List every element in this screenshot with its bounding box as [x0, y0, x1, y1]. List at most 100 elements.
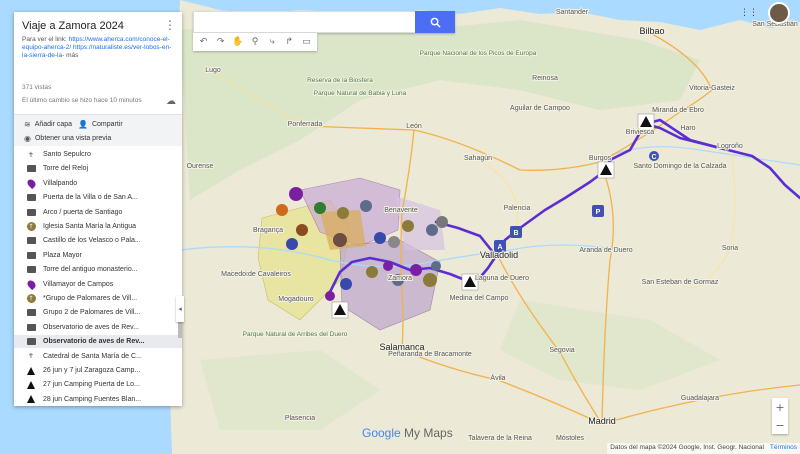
map-toolbar: ↶ ↷ ✋ ⚲ ⤷ ↱ ▭ — [193, 33, 317, 51]
place-label: Plasencia — [285, 415, 315, 422]
list-item[interactable]: Observatorio de aves de Rev... — [14, 335, 182, 349]
logo-mymaps: My Maps — [400, 426, 453, 440]
ruler-icon[interactable]: ▭ — [299, 35, 313, 49]
hand-icon[interactable]: ✋ — [231, 35, 245, 49]
park-label: Parque Natural de Arribes del Duero — [243, 331, 348, 338]
list-item[interactable]: Observatorio de aves de Rev... — [26, 321, 176, 334]
camera-icon — [26, 236, 36, 246]
place-label: Briviesca — [626, 129, 655, 136]
avatar[interactable] — [768, 2, 790, 24]
place-label: Peñaranda de Bracamonte — [388, 351, 472, 358]
search-input[interactable] — [194, 12, 416, 32]
place-label: Mogadouro — [278, 296, 314, 303]
cross-icon: ✝ — [28, 352, 34, 361]
marker-icon[interactable]: ⚲ — [248, 35, 262, 49]
list-item[interactable]: Arco / puerta de Santiago — [26, 206, 176, 219]
list-item[interactable]: Grupo 2 de Palomares de Vill... — [26, 306, 176, 319]
list-item-label: Torre del antiguo monasterio... — [43, 266, 138, 274]
place-label: Palencia — [504, 205, 531, 212]
list-item[interactable]: Plaza Mayor — [26, 249, 176, 262]
list-item-label: Catedral de Santa María de C... — [43, 352, 142, 360]
directions-icon[interactable]: ↱ — [282, 35, 296, 49]
list-item[interactable]: Castillo de los Velasco o Pala... — [26, 234, 176, 247]
list-item-label: 26 jun y 7 jul Zaragoza Camp... — [43, 367, 141, 374]
list-item[interactable]: 26 jun y 7 jul Zaragoza Camp... — [26, 364, 176, 377]
list-item[interactable]: Villamayor de Campos — [26, 278, 176, 291]
list-item[interactable]: † *Grupo de Palomares de Vill... — [26, 292, 176, 305]
place-label: Bragança — [253, 227, 283, 234]
terms-link[interactable]: Términos — [770, 444, 797, 451]
add-layer-button[interactable]: ≋ Añadir capa — [24, 120, 72, 129]
zoom-in-button[interactable]: + — [772, 398, 788, 416]
place-label: Guadalajara — [681, 395, 719, 402]
apps-grid-icon[interactable]: ⋮⋮ — [740, 8, 758, 18]
tent-icon — [26, 380, 36, 390]
zoom-out-button[interactable]: − — [772, 416, 788, 434]
list-item[interactable]: † Iglesia Santa María la Antigua — [26, 220, 176, 233]
park-label: Parque Natural de Babia y Luna — [314, 90, 407, 97]
list-item[interactable]: Torre del antiguo monasterio... — [26, 263, 176, 276]
redo-icon[interactable]: ↷ — [214, 35, 228, 49]
add-layer-label: Añadir capa — [34, 121, 73, 128]
camera-icon — [26, 322, 36, 332]
list-item-label: Villamayor de Campos — [43, 280, 114, 288]
line-icon[interactable]: ⤷ — [265, 35, 279, 49]
park-label: Reserva de la Biosfera — [307, 77, 373, 84]
map-title[interactable]: Viaje a Zamora 2024 — [22, 20, 124, 32]
list-item[interactable]: Puerta de la Villa o de San A... — [26, 191, 176, 204]
place-label: Zamora — [388, 275, 412, 282]
collapse-panel-button[interactable]: ◂ — [176, 296, 184, 322]
zoom-control: + − — [772, 398, 788, 434]
cloud-saved-icon: ☁ — [166, 96, 176, 107]
svg-text:P: P — [596, 209, 601, 216]
place-label: Sahagún — [464, 155, 492, 162]
place-label: Reinosa — [532, 75, 558, 82]
panel-actions: ≋ Añadir capa 👤 Compartir ◉ Obtener una … — [14, 114, 182, 146]
list-item[interactable]: Torre del Reloj — [26, 162, 176, 175]
map-legend-panel: Viaje a Zamora 2024 ⋮ Para ver el link: … — [14, 12, 182, 406]
pin-icon — [26, 278, 37, 290]
list-item[interactable]: ✝ Santo Sepulcro — [26, 148, 176, 161]
preview-button[interactable]: ◉ Obtener una vista previa — [24, 134, 111, 143]
list-item[interactable]: ✝ Catedral de Santa María de C... — [26, 350, 176, 363]
place-label: Móstoles — [556, 435, 585, 442]
place-label: Ponferrada — [288, 121, 323, 128]
place-label: Aranda de Duero — [579, 247, 632, 254]
svg-text:C: C — [651, 154, 656, 161]
attribution-text: Datos del mapa ©2024 Google, Inst. Geogr… — [610, 444, 764, 451]
place-label: Santo Domingo de la Calzada — [633, 163, 726, 170]
church-icon: † — [26, 294, 36, 304]
eye-icon: ◉ — [24, 134, 31, 143]
search-button[interactable] — [415, 11, 455, 33]
place-label: Aguilar de Campoo — [510, 105, 570, 112]
places-list: ✝ Santo Sepulcro Torre del Reloj Villalpand… — [14, 146, 182, 406]
place-label: Segovia — [549, 347, 574, 354]
list-item-label: Puerta de la Villa o de San A... — [43, 194, 138, 202]
share-button[interactable]: 👤 Compartir — [78, 120, 123, 129]
description-more[interactable]: más — [66, 52, 78, 59]
pin-icon — [26, 177, 37, 189]
list-item-label: 27 jun Camping Puerta de Lo... — [43, 381, 140, 389]
place-label: Madrid — [588, 416, 616, 426]
list-item[interactable]: 27 jun Camping Puerta de Lo... — [26, 378, 176, 391]
place-label: San Esteban de Gormaz — [642, 279, 719, 286]
park-label: Parque Nacional de los Picos de Europa — [420, 50, 537, 57]
place-label: Soria — [722, 245, 738, 252]
place-label: Ourense — [187, 163, 214, 170]
list-item-label: Iglesia Santa María la Antigua — [43, 223, 137, 230]
place-label: Lugo — [205, 67, 221, 74]
place-label: Miranda de Ebro — [652, 107, 704, 114]
camera-icon — [26, 265, 36, 275]
description-prefix: Para ver el link: — [22, 36, 67, 43]
list-item-label: Plaza Mayor — [43, 251, 82, 259]
place-label: Medina del Campo — [450, 295, 509, 302]
undo-icon[interactable]: ↶ — [197, 35, 211, 49]
list-item-label: Observatorio de aves de Rev... — [43, 323, 139, 331]
list-item-label: Villalpando — [43, 179, 78, 187]
google-my-maps-logo: Google My Maps — [362, 426, 453, 440]
more-options-icon[interactable]: ⋮ — [164, 18, 176, 32]
list-item[interactable]: 28 jun Camping Fuentes Blan... — [26, 393, 176, 406]
list-item-label: 28 jun Camping Fuentes Blan... — [43, 395, 142, 403]
list-item[interactable]: Villalpando — [26, 177, 176, 190]
place-label: Valladolid — [480, 250, 518, 260]
